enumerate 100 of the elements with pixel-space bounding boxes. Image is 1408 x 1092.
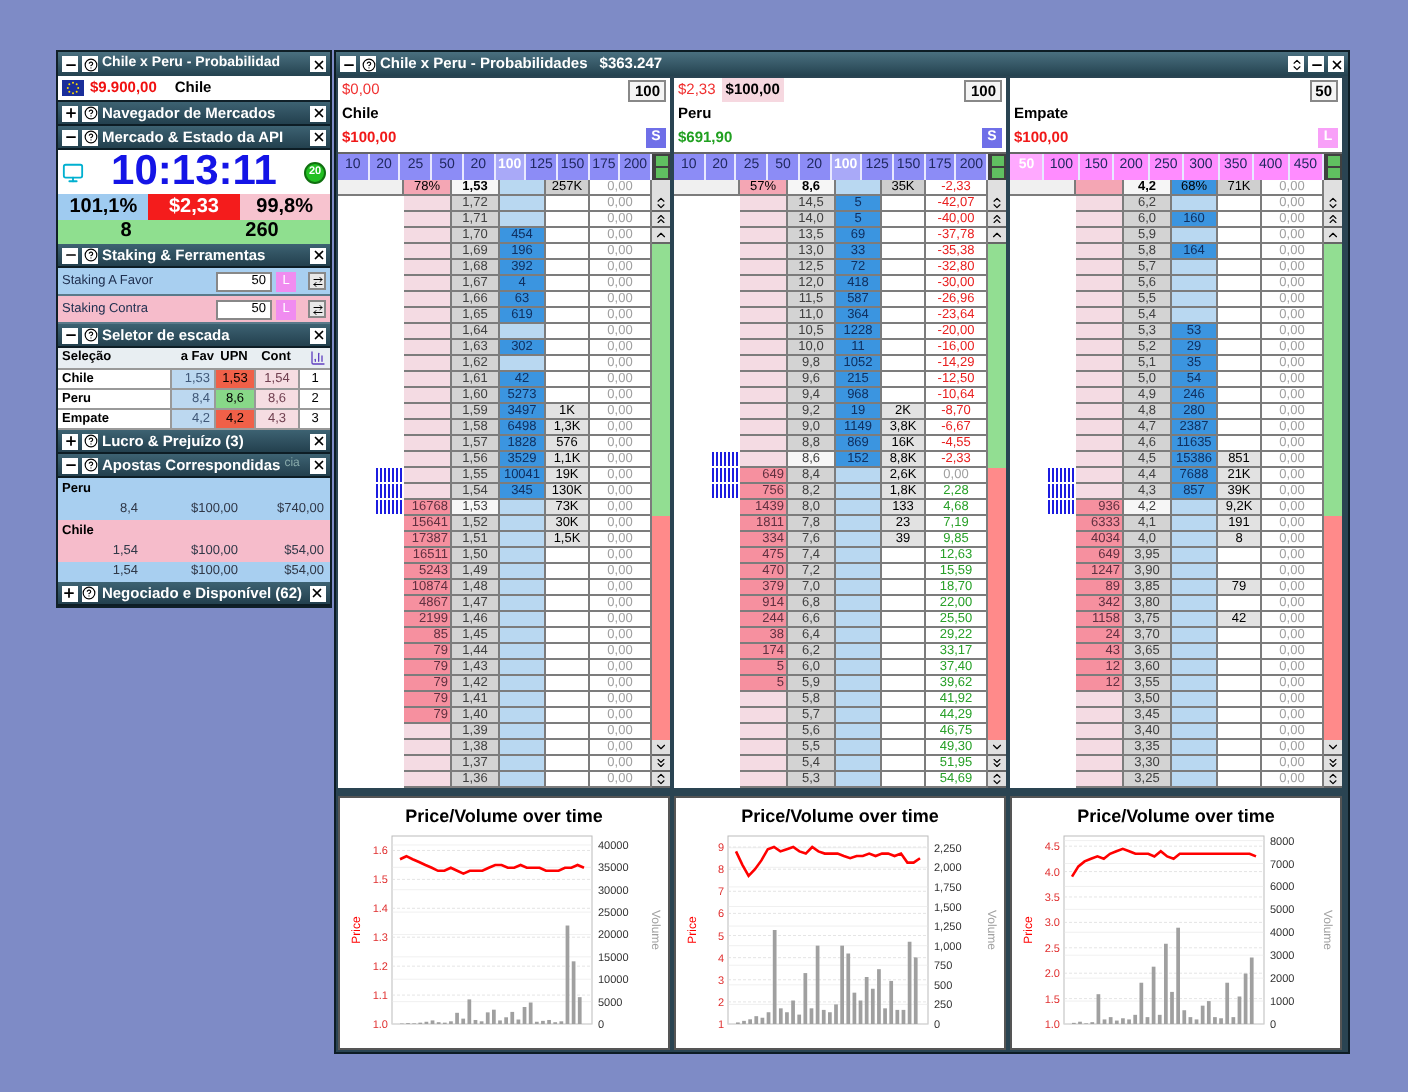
lay-volume-cell[interactable] <box>500 356 546 372</box>
back-volume-cell[interactable] <box>740 708 788 724</box>
lay-volume-cell[interactable] <box>836 596 882 612</box>
lay-volume-cell[interactable] <box>500 596 546 612</box>
lay-volume-cell[interactable] <box>1172 660 1218 676</box>
lay-volume-cell[interactable] <box>836 612 882 628</box>
back-volume-cell[interactable] <box>404 468 452 484</box>
swap-icon[interactable] <box>308 272 326 290</box>
expand-icon[interactable] <box>62 105 78 121</box>
back-volume-cell[interactable] <box>404 324 452 340</box>
back-volume-cell[interactable] <box>404 260 452 276</box>
back-volume-cell[interactable] <box>740 356 788 372</box>
back-volume-cell[interactable] <box>1076 740 1124 756</box>
scroll-down-icon[interactable] <box>988 740 1006 756</box>
back-volume-cell[interactable] <box>404 196 452 212</box>
close-icon[interactable] <box>310 327 326 343</box>
order-marker-icon[interactable] <box>712 484 740 498</box>
order-marker-icon[interactable] <box>712 468 740 482</box>
lay-volume-cell[interactable] <box>500 692 546 708</box>
lay-volume-cell[interactable] <box>1172 580 1218 596</box>
minimize-icon[interactable] <box>62 56 78 72</box>
back-volume-cell[interactable] <box>1076 708 1124 724</box>
collapse-icon[interactable] <box>62 129 78 145</box>
back-volume-cell[interactable] <box>740 260 788 276</box>
back-volume-cell[interactable] <box>1076 324 1124 340</box>
lay-volume-cell[interactable] <box>1172 260 1218 276</box>
back-volume-cell[interactable] <box>1076 228 1124 244</box>
back-volume-cell[interactable] <box>1076 276 1124 292</box>
lay-volume-cell[interactable] <box>500 724 546 740</box>
scroll-up-icon[interactable] <box>1324 212 1342 228</box>
back-volume-cell[interactable] <box>1076 484 1124 500</box>
lay-volume-cell[interactable] <box>836 740 882 756</box>
lay-volume-cell[interactable] <box>1172 676 1218 692</box>
lay-volume-cell[interactable] <box>1172 708 1218 724</box>
lay-volume-cell[interactable] <box>1172 532 1218 548</box>
order-marker-icon[interactable] <box>376 468 404 482</box>
scroll-down-icon[interactable] <box>988 772 1006 788</box>
close-icon[interactable] <box>310 247 326 263</box>
lay-volume-cell[interactable] <box>1172 564 1218 580</box>
lay-volume-cell[interactable] <box>1172 500 1218 516</box>
scroll-up-icon[interactable] <box>1324 228 1342 244</box>
back-volume-cell[interactable] <box>1076 452 1124 468</box>
back-volume-cell[interactable] <box>404 276 452 292</box>
back-volume-cell[interactable] <box>404 308 452 324</box>
lay-volume-cell[interactable] <box>500 548 546 564</box>
scroll-down-icon[interactable] <box>988 756 1006 772</box>
lay-volume-cell[interactable] <box>1172 756 1218 772</box>
lay-volume-cell[interactable] <box>500 324 546 340</box>
lay-volume-cell[interactable] <box>1172 228 1218 244</box>
back-volume-cell[interactable] <box>740 340 788 356</box>
back-volume-cell[interactable] <box>740 308 788 324</box>
lay-volume-cell[interactable] <box>500 740 546 756</box>
lay-volume-cell[interactable] <box>836 676 882 692</box>
back-volume-cell[interactable] <box>1076 356 1124 372</box>
back-volume-cell[interactable] <box>740 692 788 708</box>
lay-volume-cell[interactable] <box>500 500 546 516</box>
scroll-up-icon[interactable] <box>652 212 670 228</box>
back-volume-cell[interactable] <box>404 212 452 228</box>
lay-volume-cell[interactable] <box>500 708 546 724</box>
lay-volume-cell[interactable] <box>500 532 546 548</box>
close-icon[interactable] <box>310 585 326 601</box>
back-volume-cell[interactable] <box>740 292 788 308</box>
back-volume-cell[interactable] <box>740 196 788 212</box>
lay-volume-cell[interactable] <box>836 756 882 772</box>
help-icon[interactable] <box>82 327 98 343</box>
back-volume-cell[interactable] <box>404 452 452 468</box>
back-volume-cell[interactable] <box>404 388 452 404</box>
help-icon[interactable] <box>82 433 98 449</box>
lay-volume-cell[interactable] <box>836 724 882 740</box>
restore-icon[interactable] <box>1288 56 1304 72</box>
lay-volume-cell[interactable] <box>1172 308 1218 324</box>
close-icon[interactable] <box>310 105 326 121</box>
back-volume-cell[interactable] <box>740 404 788 420</box>
scroll-down-icon[interactable] <box>1324 740 1342 756</box>
expand-icon[interactable] <box>62 433 78 449</box>
back-volume-cell[interactable] <box>1076 436 1124 452</box>
back-volume-cell[interactable] <box>740 372 788 388</box>
back-volume-cell[interactable] <box>1076 420 1124 436</box>
lay-volume-cell[interactable] <box>836 532 882 548</box>
lay-volume-cell[interactable] <box>1172 772 1218 788</box>
scroll-up-icon[interactable] <box>988 228 1006 244</box>
lay-volume-cell[interactable] <box>1172 644 1218 660</box>
minimize-icon[interactable] <box>1308 56 1324 72</box>
order-marker-icon[interactable] <box>1048 468 1076 482</box>
back-volume-cell[interactable] <box>1076 372 1124 388</box>
back-volume-cell[interactable] <box>1076 244 1124 260</box>
order-marker-icon[interactable] <box>712 452 740 466</box>
back-volume-cell[interactable] <box>404 292 452 308</box>
lay-volume-cell[interactable] <box>500 772 546 788</box>
lay-volume-cell[interactable] <box>836 660 882 676</box>
back-volume-cell[interactable] <box>740 452 788 468</box>
help-icon[interactable] <box>82 457 98 473</box>
lay-volume-cell[interactable] <box>500 580 546 596</box>
order-marker-icon[interactable] <box>376 500 404 514</box>
back-volume-cell[interactable] <box>740 244 788 260</box>
close-icon[interactable] <box>310 56 326 72</box>
back-volume-cell[interactable] <box>404 340 452 356</box>
order-marker-icon[interactable] <box>1048 484 1076 498</box>
lay-volume-cell[interactable] <box>1172 740 1218 756</box>
back-volume-cell[interactable] <box>740 228 788 244</box>
